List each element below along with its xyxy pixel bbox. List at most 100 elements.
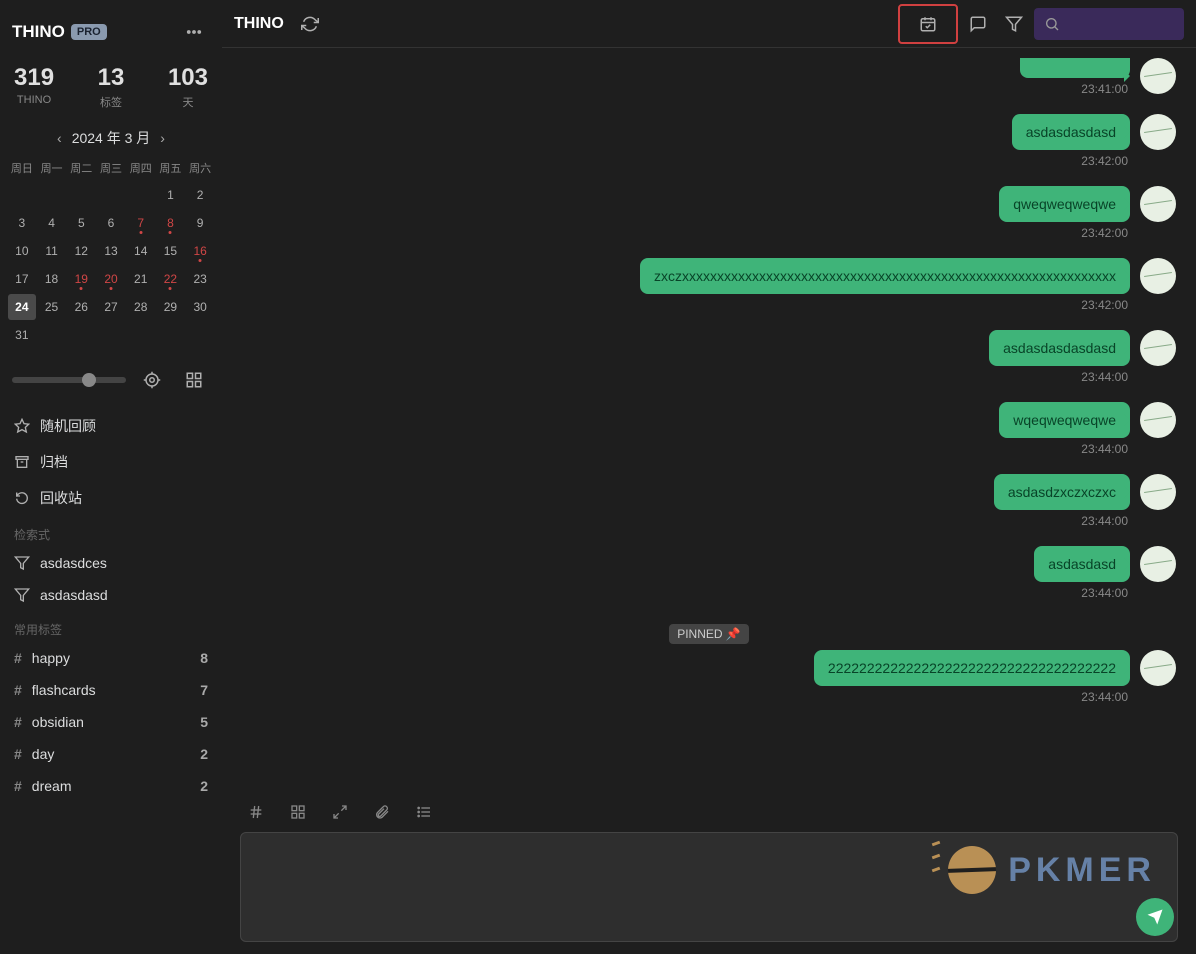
expand-tool-icon[interactable] — [324, 796, 356, 828]
chat-view-icon[interactable] — [962, 8, 994, 40]
topbar: THINO — [222, 0, 1196, 48]
message-bubble[interactable] — [1020, 58, 1130, 78]
calendar-day[interactable]: 1 — [157, 182, 185, 208]
stat-label: 天 — [168, 94, 208, 110]
tag-name: day — [32, 746, 55, 762]
filter-icon[interactable] — [998, 8, 1030, 40]
page-title: THINO — [234, 15, 284, 33]
calendar-prev[interactable]: ‹ — [57, 130, 62, 146]
calendar-day[interactable]: 26 — [67, 294, 95, 320]
nav-trash[interactable]: 回收站 — [8, 480, 214, 516]
calendar-day[interactable]: 15 — [157, 238, 185, 264]
message-time: 23:42:00 — [1081, 226, 1128, 240]
tag-item[interactable]: #obsidian5 — [8, 706, 214, 738]
calendar-day[interactable]: 9 — [186, 210, 214, 236]
calendar-day[interactable]: 7 — [127, 210, 155, 236]
calendar-day[interactable]: 5 — [67, 210, 95, 236]
calendar-day[interactable]: 8 — [157, 210, 185, 236]
hash-tool-icon[interactable] — [240, 796, 272, 828]
calendar-day[interactable]: 31 — [8, 322, 36, 348]
avatar[interactable] — [1140, 186, 1176, 222]
calendar-day[interactable]: 2 — [186, 182, 214, 208]
avatar[interactable] — [1140, 114, 1176, 150]
calendar-day[interactable]: 18 — [38, 266, 66, 292]
refresh-icon[interactable] — [294, 8, 326, 40]
chat-scroll[interactable]: 23:41:00 asdasdasdasd 23:42:00 qweqweqwe… — [222, 48, 1196, 786]
calendar-day[interactable]: 25 — [38, 294, 66, 320]
hash-icon: # — [14, 778, 22, 794]
composer-textarea[interactable] — [240, 832, 1178, 942]
tag-item[interactable]: #day2 — [8, 738, 214, 770]
calendar-day — [67, 322, 95, 348]
calendar-grid: 周日周一周二周三周四周五周六12345678910111213141516171… — [8, 152, 214, 358]
calendar-day[interactable]: 21 — [127, 266, 155, 292]
calendar-day[interactable]: 14 — [127, 238, 155, 264]
message-block: qweqweqweqwe 23:42:00 — [242, 186, 1176, 244]
more-icon[interactable] — [178, 16, 210, 48]
target-icon[interactable] — [136, 364, 168, 396]
avatar[interactable] — [1140, 258, 1176, 294]
calendar-day[interactable]: 17 — [8, 266, 36, 292]
nav-random[interactable]: 随机回顾 — [8, 408, 214, 444]
message-bubble[interactable]: asdasdasd — [1034, 546, 1130, 582]
filter-item[interactable]: asdasdces — [8, 547, 214, 579]
message-time: 23:44:00 — [1081, 370, 1128, 384]
message-bubble[interactable]: asdasdzxczxczxc — [994, 474, 1130, 510]
grid-tool-icon[interactable] — [282, 796, 314, 828]
calendar-day[interactable]: 20 — [97, 266, 125, 292]
avatar[interactable] — [1140, 330, 1176, 366]
calendar-day[interactable]: 24 — [8, 294, 36, 320]
tag-item[interactable]: #happy8 — [8, 642, 214, 674]
tag-item[interactable]: #dream2 — [8, 770, 214, 802]
stat-item[interactable]: 103天 — [168, 64, 208, 110]
calendar-day[interactable]: 22 — [157, 266, 185, 292]
message-bubble[interactable]: wqeqweqweqwe — [999, 402, 1130, 438]
avatar[interactable] — [1140, 474, 1176, 510]
calendar-day[interactable]: 11 — [38, 238, 66, 264]
grid-icon[interactable] — [178, 364, 210, 396]
calendar-view-icon[interactable] — [898, 4, 958, 44]
composer — [222, 786, 1196, 954]
message-block: asdasdasdasdasd 23:44:00 — [242, 330, 1176, 388]
calendar-day[interactable]: 28 — [127, 294, 155, 320]
calendar-day[interactable]: 10 — [8, 238, 36, 264]
avatar[interactable] — [1140, 58, 1176, 94]
stat-num: 13 — [98, 64, 125, 92]
calendar-day[interactable]: 30 — [186, 294, 214, 320]
calendar-day[interactable]: 6 — [97, 210, 125, 236]
calendar-day[interactable]: 3 — [8, 210, 36, 236]
composer-toolbar — [240, 792, 1178, 832]
calendar-day[interactable]: 13 — [97, 238, 125, 264]
tag-count: 7 — [200, 682, 208, 698]
calendar-next[interactable]: › — [160, 130, 165, 146]
calendar-day[interactable]: 27 — [97, 294, 125, 320]
avatar[interactable] — [1140, 402, 1176, 438]
heatmap-slider[interactable] — [12, 377, 126, 383]
stat-item[interactable]: 319THINO — [14, 64, 54, 110]
message-bubble[interactable]: zxczxxxxxxxxxxxxxxxxxxxxxxxxxxxxxxxxxxxx… — [640, 258, 1130, 294]
avatar[interactable] — [1140, 546, 1176, 582]
avatar[interactable] — [1140, 650, 1176, 686]
calendar-day[interactable]: 29 — [157, 294, 185, 320]
list-tool-icon[interactable] — [408, 796, 440, 828]
message-block: 23:41:00 — [242, 58, 1176, 100]
calendar-day[interactable]: 19 — [67, 266, 95, 292]
calendar-day[interactable]: 16 — [186, 238, 214, 264]
message-bubble[interactable]: asdasdasdasdasd — [989, 330, 1130, 366]
stat-item[interactable]: 13标签 — [98, 64, 125, 110]
main-panel: THINO 23:41:00 — [222, 0, 1196, 954]
message-bubble[interactable]: asdasdasdasd — [1012, 114, 1130, 150]
nav-archive[interactable]: 归档 — [8, 444, 214, 480]
filter-item[interactable]: asdasdasd — [8, 579, 214, 611]
calendar-day[interactable]: 12 — [67, 238, 95, 264]
attach-tool-icon[interactable] — [366, 796, 398, 828]
calendar-day[interactable]: 4 — [38, 210, 66, 236]
calendar-dow: 周三 — [97, 156, 125, 180]
tag-item[interactable]: #flashcards7 — [8, 674, 214, 706]
calendar-dow: 周日 — [8, 156, 36, 180]
search-input[interactable] — [1034, 8, 1184, 40]
message-bubble[interactable]: 2222222222222222222222222222222222222 — [814, 650, 1130, 686]
calendar-day[interactable]: 23 — [186, 266, 214, 292]
message-bubble[interactable]: qweqweqweqwe — [999, 186, 1130, 222]
send-button[interactable] — [1136, 898, 1174, 936]
